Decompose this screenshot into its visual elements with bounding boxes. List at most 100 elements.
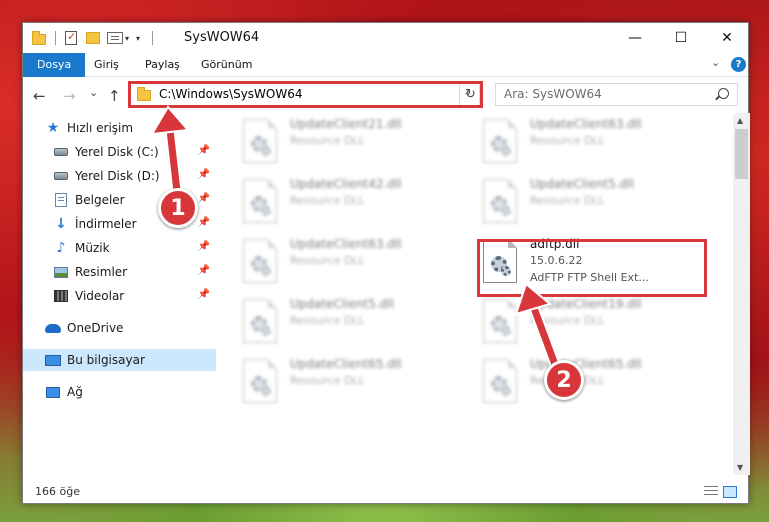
search-icon[interactable] xyxy=(718,88,729,99)
file-name: UpdateClient42.dll xyxy=(290,177,402,191)
toolbar-separator xyxy=(152,31,153,45)
vertical-scrollbar[interactable]: ▲ ▼ xyxy=(733,113,750,475)
file-description: Resource DLL xyxy=(290,134,365,147)
pin-icon: 📌 xyxy=(197,241,210,252)
sidebar-item-label: Hızlı erişim xyxy=(67,121,134,135)
file-description: Resource DLL xyxy=(530,314,605,327)
dll-file-icon xyxy=(483,179,517,223)
file-tile[interactable]: UpdateClient21.dll Resource DLL xyxy=(223,113,453,171)
sidebar-item-local-disk-d[interactable]: Yerel Disk (D:) 📌 xyxy=(23,165,216,187)
recent-locations-button[interactable]: ⌄ xyxy=(89,86,98,99)
ribbon-collapse-icon[interactable]: ⌄ xyxy=(711,56,720,69)
file-tile[interactable]: UpdateClient63.dll Resource DLL xyxy=(223,233,453,291)
large-icons-view-icon[interactable] xyxy=(723,486,737,498)
sidebar-item-label: Yerel Disk (D:) xyxy=(75,169,160,183)
sidebar-item-this-pc[interactable]: Bu bilgisayar xyxy=(23,349,216,371)
scroll-up-icon[interactable]: ▲ xyxy=(737,116,743,125)
pictures-icon xyxy=(53,264,69,280)
sidebar-item-label: İndirmeler xyxy=(75,217,137,231)
file-description: Resource DLL xyxy=(530,194,605,207)
search-box[interactable]: Ara: SysWOW64 xyxy=(495,83,738,106)
address-path[interactable]: C:\Windows\SysWOW64 xyxy=(159,87,303,101)
file-name: UpdateClient5.dll xyxy=(530,177,634,191)
tab-view[interactable]: Görünüm xyxy=(201,53,252,77)
file-description: Resource DLL xyxy=(290,254,365,267)
sidebar-item-label: OneDrive xyxy=(67,321,124,335)
file-name: UpdateClient63.dll xyxy=(530,117,642,131)
maximize-button[interactable]: ☐ xyxy=(658,23,704,53)
customize-toolbar-icon[interactable] xyxy=(107,32,123,44)
refresh-icon: ↻ xyxy=(465,87,476,102)
search-input[interactable]: Ara: SysWOW64 xyxy=(504,87,602,101)
file-name: UpdateClient63.dll xyxy=(290,237,402,251)
quick-access-dropdown-icon[interactable]: ▾ xyxy=(136,34,140,43)
drive-icon xyxy=(53,144,69,160)
navigation-bar: ← → ⌄ ↑ C:\Windows\SysWOW64 ⌄ ↻ Ara: Sys… xyxy=(23,78,748,112)
folder-icon xyxy=(137,87,151,101)
pin-icon: 📌 xyxy=(197,217,210,228)
sidebar-item-onedrive[interactable]: OneDrive xyxy=(23,317,216,339)
dll-file-icon xyxy=(243,119,277,163)
up-button[interactable]: ↑ xyxy=(108,87,121,105)
pin-icon: 📌 xyxy=(197,265,210,276)
computer-icon xyxy=(45,352,61,368)
address-bar[interactable]: C:\Windows\SysWOW64 ⌄ xyxy=(128,83,480,106)
sidebar-item-label: Bu bilgisayar xyxy=(67,353,145,367)
properties-icon[interactable] xyxy=(65,30,77,45)
sidebar-item-videos[interactable]: Videolar 📌 xyxy=(23,285,216,307)
help-icon[interactable]: ? xyxy=(731,57,746,72)
network-icon xyxy=(45,384,61,400)
forward-button[interactable]: → xyxy=(63,87,76,105)
close-button[interactable]: ✕ xyxy=(704,23,750,53)
sidebar-item-local-disk-c[interactable]: Yerel Disk (C:) 📌 xyxy=(23,141,216,163)
sidebar-item-label: Müzik xyxy=(75,241,110,255)
dll-file-icon xyxy=(483,119,517,163)
file-tile[interactable]: UpdateClient65.dll Resource DLL xyxy=(223,353,453,411)
downloads-icon: ↓ xyxy=(55,216,67,232)
minimize-button[interactable]: — xyxy=(612,23,658,53)
tab-share[interactable]: Paylaş xyxy=(145,53,180,77)
back-button[interactable]: ← xyxy=(33,87,46,105)
file-tile[interactable]: UpdateClient42.dll Resource DLL xyxy=(223,173,453,231)
dll-file-icon xyxy=(483,299,517,343)
file-description: Resource DLL xyxy=(530,134,605,147)
sidebar-item-quick-access[interactable]: ★ Hızlı erişim xyxy=(23,117,216,139)
details-view-icon[interactable] xyxy=(704,486,718,498)
status-bar: 166 öğe xyxy=(23,481,748,503)
scrollbar-thumb[interactable] xyxy=(735,129,748,179)
sidebar-item-music[interactable]: ♪ Müzik 📌 xyxy=(23,237,216,259)
pin-icon: 📌 xyxy=(197,193,210,204)
sidebar-item-label: Ağ xyxy=(67,385,83,399)
dll-file-icon xyxy=(243,239,277,283)
file-tile[interactable]: UpdateClient5.dll Resource DLL xyxy=(463,173,693,231)
sidebar-item-network[interactable]: Ağ xyxy=(23,381,216,403)
sidebar-item-label: Belgeler xyxy=(75,193,125,207)
dll-file-icon xyxy=(243,299,277,343)
navigation-pane: ★ Hızlı erişim Yerel Disk (C:) 📌 Yerel D… xyxy=(23,113,216,483)
pin-icon: 📌 xyxy=(197,169,210,180)
refresh-button[interactable]: ↻ xyxy=(459,83,481,106)
file-explorer-window: ▾ ▾ SysWOW64 — ☐ ✕ Dosya Giriş Paylaş Gö… xyxy=(22,22,750,504)
documents-icon xyxy=(53,192,69,208)
chevron-down-icon[interactable]: ▾ xyxy=(125,34,129,43)
scroll-down-icon[interactable]: ▼ xyxy=(737,463,743,472)
dll-file-icon xyxy=(483,239,517,283)
sidebar-item-pictures[interactable]: Resimler 📌 xyxy=(23,261,216,283)
new-folder-icon[interactable] xyxy=(86,32,100,44)
videos-icon xyxy=(53,288,69,304)
tab-file[interactable]: Dosya xyxy=(23,53,86,77)
file-description: AdFTP FTP Shell Ext... xyxy=(530,271,649,284)
sidebar-item-label: Yerel Disk (C:) xyxy=(75,145,159,159)
file-tile[interactable]: UpdateClient19.dll Resource DLL xyxy=(463,293,693,351)
file-tile-adftp[interactable]: adftp.dll 15.0.6.22 AdFTP FTP Shell Ext.… xyxy=(463,233,693,291)
tab-home[interactable]: Giriş xyxy=(94,53,119,77)
item-count: 166 öğe xyxy=(35,485,80,498)
star-icon: ★ xyxy=(46,120,60,136)
file-tile[interactable]: UpdateClient63.dll Resource DLL xyxy=(463,113,693,171)
file-tile[interactable]: UpdateClient5.dll Resource DLL xyxy=(223,293,453,351)
sidebar-item-label: Videolar xyxy=(75,289,125,303)
pin-icon: 📌 xyxy=(197,145,210,156)
file-name: UpdateClient19.dll xyxy=(530,297,642,311)
pin-icon: 📌 xyxy=(197,289,210,300)
toolbar-separator xyxy=(55,31,56,45)
